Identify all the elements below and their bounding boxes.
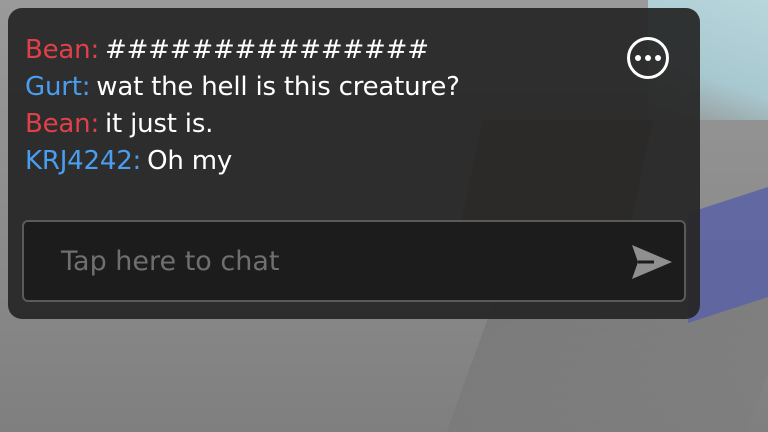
chat-options-button[interactable]: [627, 37, 669, 79]
send-arrow-icon: [632, 245, 672, 279]
message-sender: Bean:: [25, 109, 100, 139]
chat-message: Gurt: wat the hell is this creature?: [25, 69, 605, 106]
message-text: wat the hell is this creature?: [96, 72, 460, 102]
message-text: it just is.: [105, 109, 214, 139]
more-dot: [655, 55, 661, 61]
message-sender: Bean:: [25, 35, 100, 65]
chat-message-list: Bean: ############### Gurt: wat the hell i…: [25, 32, 605, 180]
chat-input-placeholder: Tap here to chat: [61, 246, 280, 277]
more-horizontal-circle-icon: [635, 55, 641, 61]
chat-message: Bean: ###############: [25, 32, 605, 69]
message-text: ###############: [105, 35, 429, 65]
message-sender: Gurt:: [25, 72, 91, 102]
message-text: Oh my: [147, 146, 233, 176]
chat-window: Bean: ############### Gurt: wat the hell i…: [8, 8, 700, 319]
send-button[interactable]: [630, 242, 674, 282]
chat-message: Bean: it just is.: [25, 106, 605, 143]
more-dot: [645, 55, 651, 61]
chat-message: KRJ4242: Oh my: [25, 143, 605, 180]
message-sender: KRJ4242:: [25, 146, 142, 176]
chat-input-field[interactable]: Tap here to chat: [22, 220, 686, 302]
